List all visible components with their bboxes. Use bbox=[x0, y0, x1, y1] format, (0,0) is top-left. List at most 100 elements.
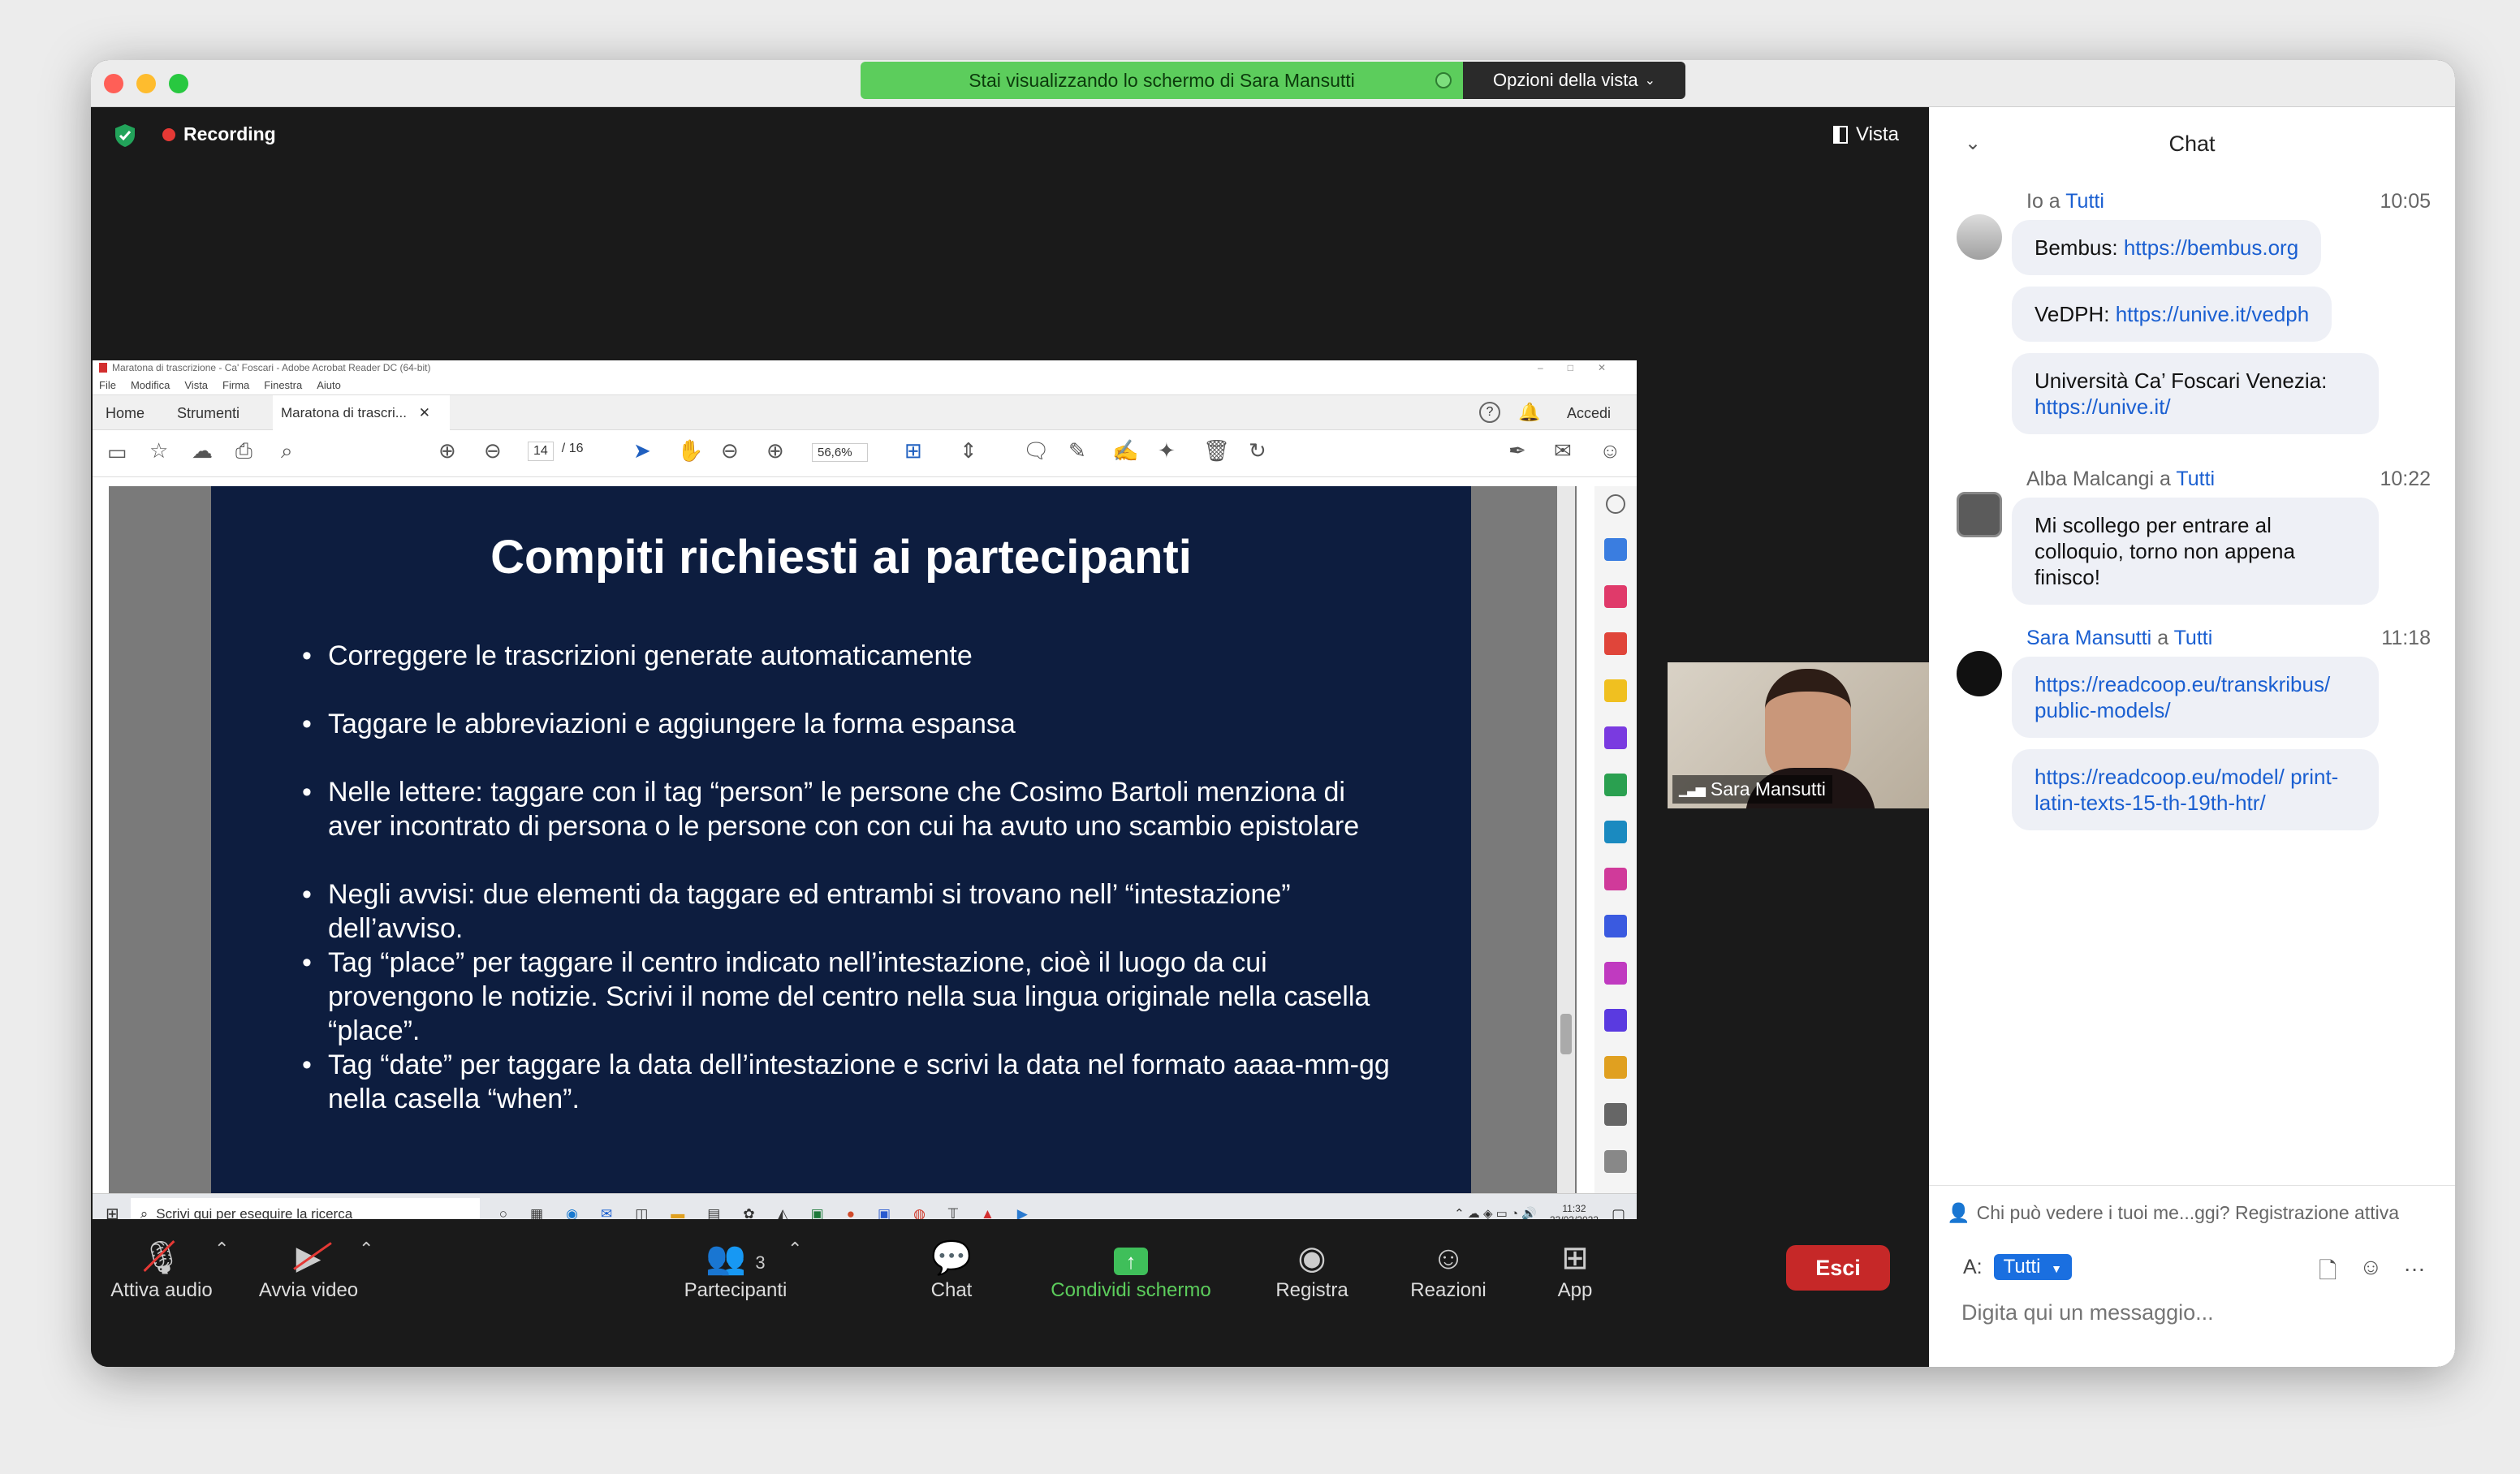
minimize-window-button[interactable] bbox=[136, 74, 156, 93]
record-button[interactable]: ◉ Registra bbox=[1263, 1219, 1361, 1320]
maximize-window-button[interactable] bbox=[169, 74, 188, 93]
fill-sign-icon[interactable]: ✒ bbox=[1508, 438, 1526, 463]
chevron-down-icon: ⌄ bbox=[1644, 74, 1655, 88]
video-button[interactable]: ▶ Avvia video bbox=[252, 1219, 365, 1320]
rotate-icon[interactable]: ↻ bbox=[1249, 438, 1266, 463]
page-current[interactable]: 14 bbox=[528, 442, 554, 461]
search-tool-icon[interactable] bbox=[1606, 494, 1625, 514]
apps-button[interactable]: ⊞ App bbox=[1534, 1219, 1616, 1320]
export-pdf-icon[interactable] bbox=[1604, 538, 1627, 561]
menu-file[interactable]: File bbox=[99, 379, 116, 391]
comment-icon[interactable]: 🗨 bbox=[1023, 438, 1050, 463]
request-signature-icon[interactable] bbox=[1604, 1009, 1627, 1032]
page-number-field[interactable]: 14 / 16 bbox=[528, 442, 583, 461]
upload-icon[interactable]: ☁ bbox=[192, 438, 213, 463]
mute-button[interactable]: 🎙 Attiva audio bbox=[109, 1219, 214, 1320]
chat-composer: 👤 Chi può vedere i tuoi me...ggi? Regist… bbox=[1929, 1185, 2455, 1367]
print-icon[interactable]: ⎙ bbox=[235, 438, 252, 464]
compress-icon[interactable] bbox=[1604, 962, 1627, 985]
message-link[interactable]: https://readcoop.eu/transkribus/ public-… bbox=[2035, 672, 2330, 722]
message-link[interactable]: https://unive.it/ bbox=[2035, 394, 2356, 420]
create-pdf-icon[interactable] bbox=[1604, 632, 1627, 655]
more-tools-icon[interactable] bbox=[1604, 1056, 1627, 1079]
emoji-icon[interactable]: ☺ bbox=[2359, 1254, 2383, 1280]
save-icon[interactable]: ▭ bbox=[107, 440, 127, 465]
star-icon[interactable]: ☆ bbox=[149, 438, 168, 463]
hand-icon[interactable]: ✋ bbox=[677, 438, 703, 463]
zoom-out-icon[interactable]: ⊖ bbox=[721, 438, 739, 463]
audio-options-chevron-icon[interactable]: ⌃ bbox=[214, 1239, 229, 1260]
menu-edit[interactable]: Modifica bbox=[131, 379, 170, 391]
scan-icon[interactable] bbox=[1604, 774, 1627, 796]
close-tab-icon[interactable]: ✕ bbox=[419, 405, 430, 420]
page-up-icon[interactable]: ⊕ bbox=[438, 438, 456, 463]
chat-button[interactable]: 💬 Chat bbox=[911, 1219, 992, 1320]
participants-count: 3 bbox=[755, 1252, 766, 1273]
fill-sign-tool-icon[interactable] bbox=[1604, 868, 1627, 890]
search-icon[interactable]: ⌕ bbox=[281, 438, 293, 464]
view-options-button[interactable]: Opzioni della vista ⌄ bbox=[1463, 62, 1685, 99]
zoom-in-icon[interactable]: ⊕ bbox=[766, 438, 784, 463]
bell-icon[interactable]: 🔔 bbox=[1518, 402, 1540, 423]
participants-options-chevron-icon[interactable]: ⌃ bbox=[788, 1239, 802, 1260]
message-link[interactable]: https://unive.it/vedph bbox=[2116, 302, 2309, 326]
tray-icons[interactable]: ⌃ ☁ ◈ ▭ ◔ 🔊 bbox=[1454, 1208, 1537, 1220]
message-link[interactable]: https://readcoop.eu/model/ print-latin-t… bbox=[2035, 765, 2338, 815]
protect-icon[interactable] bbox=[1604, 915, 1627, 937]
zoom-level-select[interactable]: 56,6% bbox=[812, 443, 868, 462]
close-window-button[interactable] bbox=[104, 74, 123, 93]
sign-in-link[interactable]: Accedi bbox=[1567, 405, 1611, 422]
participants-button[interactable]: 👥 3 Partecipanti bbox=[671, 1219, 800, 1320]
help-icon[interactable]: ? bbox=[1479, 402, 1500, 423]
highlight-icon[interactable]: ✎ bbox=[1068, 438, 1086, 463]
customize-icon[interactable] bbox=[1604, 1103, 1627, 1126]
attach-file-icon[interactable]: 🗋 bbox=[2319, 1254, 2337, 1293]
tab-document[interactable]: Maratona di trascri... ✕ bbox=[273, 395, 450, 431]
more-options-icon[interactable]: … bbox=[2403, 1251, 2426, 1277]
reactions-button[interactable]: ☺ Reazioni bbox=[1400, 1219, 1497, 1320]
scrollbar-thumb[interactable] bbox=[1560, 1014, 1572, 1054]
menu-help[interactable]: Aiuto bbox=[317, 379, 341, 391]
participant-name: Sara Mansutti bbox=[1710, 778, 1826, 799]
signal-icon: ▁▃▅ bbox=[1679, 782, 1706, 797]
page-down-icon[interactable]: ⊖ bbox=[484, 438, 502, 463]
recipient-select[interactable]: Tutti ▼ bbox=[1993, 1254, 2072, 1280]
combine-files-icon[interactable] bbox=[1604, 726, 1627, 749]
security-shield-icon[interactable] bbox=[114, 123, 136, 148]
chat-message-group: Sara Mansutti a Tutti 11:18 https://read… bbox=[1957, 627, 2431, 830]
menu-sign[interactable]: Firma bbox=[222, 379, 249, 391]
share-screen-button[interactable]: ↑ Condividi schermo bbox=[1038, 1219, 1224, 1320]
enhance-scan-icon[interactable] bbox=[1604, 821, 1627, 843]
message-text: VeDPH: bbox=[2035, 302, 2116, 326]
notifications-icon[interactable]: ▢ bbox=[1612, 1207, 1625, 1222]
organize-pages-icon[interactable] bbox=[1604, 585, 1627, 608]
window-controls[interactable]: –□✕ bbox=[1538, 362, 1630, 373]
vertical-scrollbar[interactable] bbox=[1557, 486, 1575, 1194]
scroll-mode-icon[interactable]: ⇕ bbox=[960, 438, 977, 463]
delete-icon[interactable]: 🗑 bbox=[1203, 438, 1230, 463]
chat-panel: ⌄ Chat Io a Tutti 10:05 Bembus: https://… bbox=[1929, 107, 2455, 1367]
menu-window[interactable]: Finestra bbox=[264, 379, 302, 391]
collapse-pane-icon[interactable] bbox=[1604, 1150, 1627, 1173]
participant-video[interactable]: ▁▃▅ Sara Mansutti bbox=[1668, 662, 1929, 808]
view-button[interactable]: Vista bbox=[1833, 123, 1899, 146]
person-lock-icon: 👤 bbox=[1947, 1202, 1970, 1223]
draw-icon[interactable]: ✍ bbox=[1112, 438, 1138, 463]
message-link[interactable]: https://bembus.org bbox=[2124, 235, 2298, 260]
pointer-icon[interactable]: ➤ bbox=[633, 438, 651, 463]
video-options-chevron-icon[interactable]: ⌃ bbox=[359, 1239, 373, 1260]
message-sender: Sara Mansutti a Tutti bbox=[2026, 627, 2212, 650]
stamp-icon[interactable]: ✦ bbox=[1158, 438, 1176, 463]
fit-page-icon[interactable]: ⊞ bbox=[904, 438, 922, 463]
visibility-note[interactable]: 👤 Chi può vedere i tuoi me...ggi? Regist… bbox=[1947, 1202, 2399, 1224]
recording-indicator[interactable]: Recording bbox=[162, 123, 276, 145]
tab-tools[interactable]: Strumenti bbox=[177, 405, 239, 422]
comment-tool-icon[interactable] bbox=[1604, 679, 1627, 702]
leave-button[interactable]: Esci bbox=[1786, 1245, 1890, 1291]
menu-view[interactable]: Vista bbox=[184, 379, 208, 391]
chat-message-input[interactable] bbox=[1961, 1295, 2424, 1330]
participant-name-tag: ▁▃▅ Sara Mansutti bbox=[1672, 775, 1832, 804]
mail-icon[interactable]: ✉ bbox=[1554, 438, 1572, 463]
share-user-icon[interactable]: ☺ bbox=[1599, 438, 1621, 463]
tab-home[interactable]: Home bbox=[106, 405, 145, 422]
